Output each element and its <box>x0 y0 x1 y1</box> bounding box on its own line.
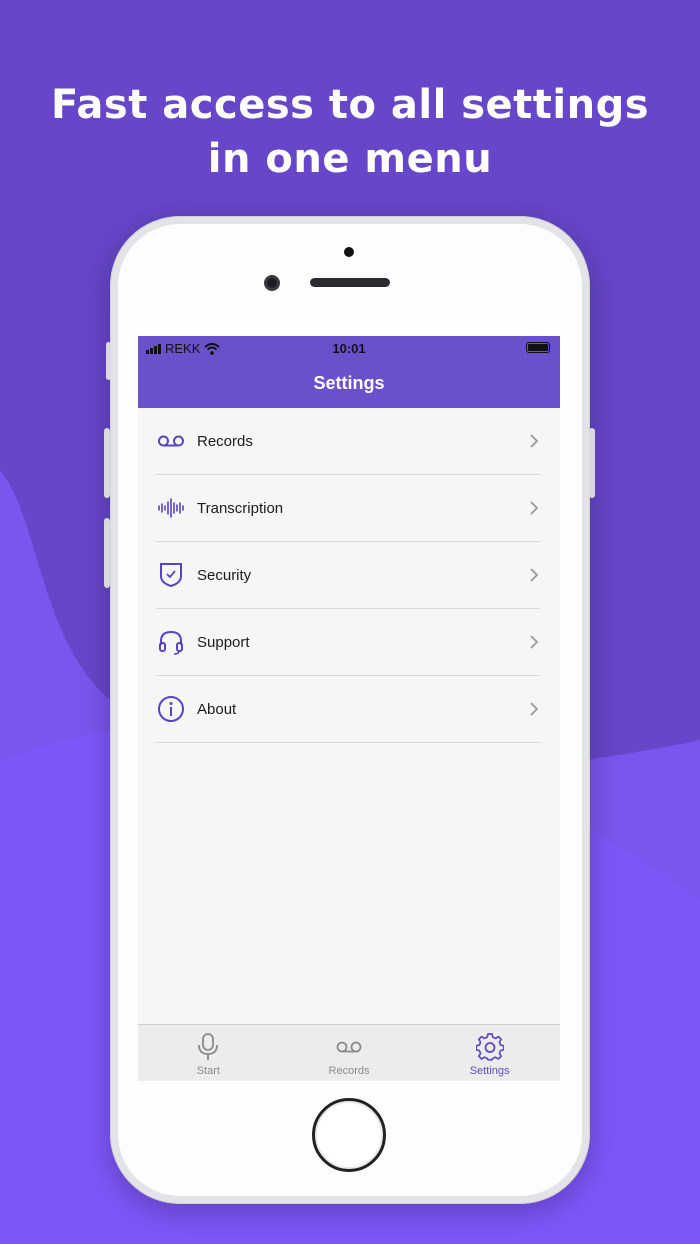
headline-line-2: in one menu <box>207 136 493 182</box>
front-camera <box>264 275 280 291</box>
menu-label: Transcription <box>197 499 284 517</box>
volume-down-button <box>104 518 110 588</box>
menu-label: Security <box>197 566 252 584</box>
home-button[interactable] <box>312 1098 386 1172</box>
proximity-sensor <box>344 247 354 257</box>
menu-item-about[interactable]: About <box>156 676 540 743</box>
chevron-right-icon <box>530 568 539 582</box>
menu-item-records[interactable]: Records <box>156 408 540 475</box>
chevron-right-icon <box>530 501 539 515</box>
earpiece-speaker <box>310 278 390 287</box>
headline: Fast access to all settings in one menu <box>0 78 700 186</box>
nav-bar: Settings <box>138 360 560 408</box>
tab-label: Settings <box>469 1065 510 1077</box>
chevron-right-icon <box>530 635 539 649</box>
microphone-icon <box>198 1033 219 1060</box>
voicemail-icon <box>156 426 186 456</box>
settings-menu: Records Transcription Security Support A… <box>156 408 540 743</box>
menu-item-support[interactable]: Support <box>156 609 540 676</box>
tab-settings[interactable]: Settings <box>419 1025 560 1081</box>
power-button <box>589 428 595 498</box>
status-time: 10:01 <box>332 341 366 356</box>
tab-label: Records <box>328 1065 370 1077</box>
menu-label: Records <box>197 432 253 450</box>
tab-records[interactable]: Records <box>279 1025 420 1081</box>
page-title: Settings <box>313 373 385 393</box>
gear-icon <box>475 1033 504 1061</box>
status-bar: REKK 10:01 <box>138 336 560 360</box>
menu-item-security[interactable]: Security <box>156 542 540 609</box>
headphones-icon <box>156 627 186 657</box>
tab-start[interactable]: Start <box>138 1025 279 1081</box>
battery-icon <box>526 342 550 353</box>
shield-icon <box>156 560 186 590</box>
voicemail-icon <box>336 1041 362 1053</box>
tab-bar: Start Records Settings <box>138 1024 560 1081</box>
volume-up-button <box>104 428 110 498</box>
menu-item-transcription[interactable]: Transcription <box>156 475 540 542</box>
headline-line-1: Fast access to all settings <box>50 82 650 128</box>
waveform-icon <box>156 493 186 523</box>
chevron-right-icon <box>530 434 539 448</box>
menu-label: About <box>197 700 237 718</box>
chevron-right-icon <box>530 702 539 716</box>
mute-switch <box>106 342 111 380</box>
tab-label: Start <box>196 1065 220 1077</box>
menu-label: Support <box>197 633 250 651</box>
app-screen: REKK 10:01 Settings Records Transcriptio… <box>138 336 560 1081</box>
info-icon <box>156 694 186 724</box>
